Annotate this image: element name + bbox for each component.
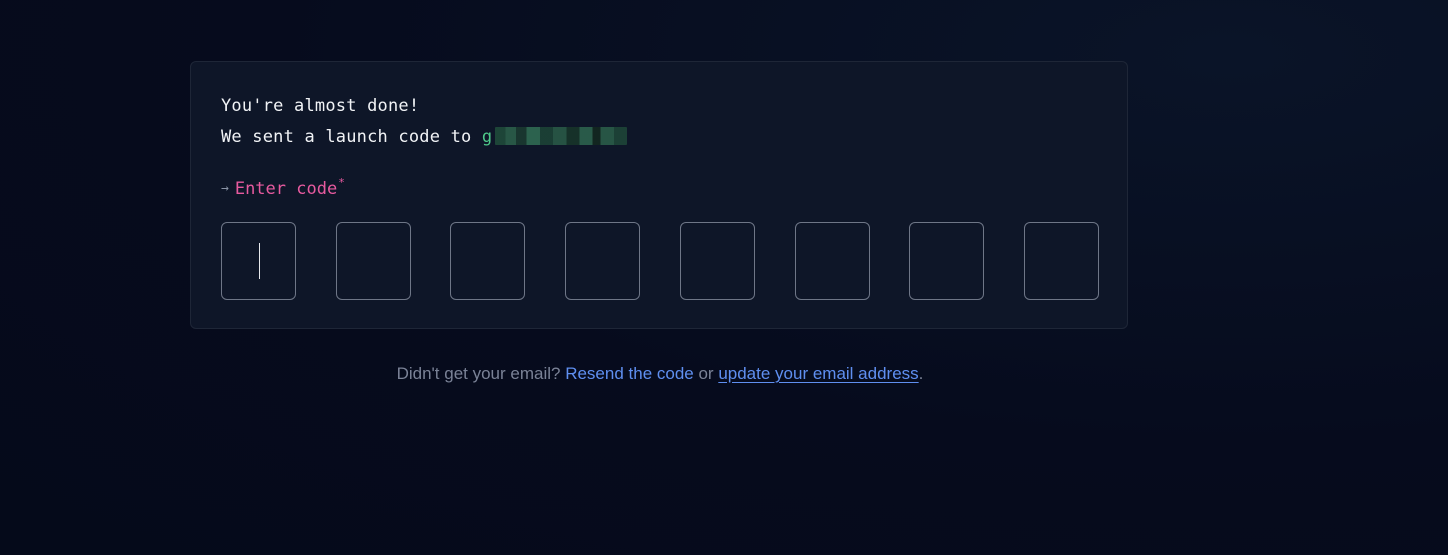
footer-middle: or (693, 364, 719, 383)
verification-card: You're almost done! We sent a launch cod… (190, 61, 1128, 329)
email-redacted-blur (495, 127, 628, 145)
footer-suffix: . (918, 364, 924, 383)
code-digit-5[interactable] (680, 222, 755, 300)
code-digit-1[interactable] (221, 222, 296, 300)
code-input-row (221, 222, 1099, 300)
email-address: g (481, 127, 628, 147)
resend-code-link[interactable]: Resend the code (565, 364, 694, 383)
enter-code-label: → Enter code* (221, 176, 345, 199)
enter-code-text: Enter code (234, 179, 338, 199)
code-digit-7[interactable] (909, 222, 984, 300)
update-email-link[interactable]: update your email address (718, 364, 918, 383)
code-digit-8[interactable] (1024, 222, 1099, 300)
code-digit-3[interactable] (450, 222, 525, 300)
code-digit-4[interactable] (565, 222, 640, 300)
sent-code-message: We sent a launch code to g (221, 127, 628, 147)
heading-almost-done: You're almost done! (221, 96, 420, 116)
code-digit-2[interactable] (336, 222, 411, 300)
resend-help-text: Didn't get your email? Resend the code o… (0, 364, 1320, 384)
email-visible-char: g (481, 127, 493, 147)
required-asterisk: * (338, 176, 345, 189)
sent-code-prefix: We sent a launch code to (221, 127, 482, 147)
arrow-right-icon: → (221, 181, 229, 196)
text-caret (259, 243, 260, 279)
footer-prefix: Didn't get your email? (396, 364, 566, 383)
code-digit-6[interactable] (795, 222, 870, 300)
